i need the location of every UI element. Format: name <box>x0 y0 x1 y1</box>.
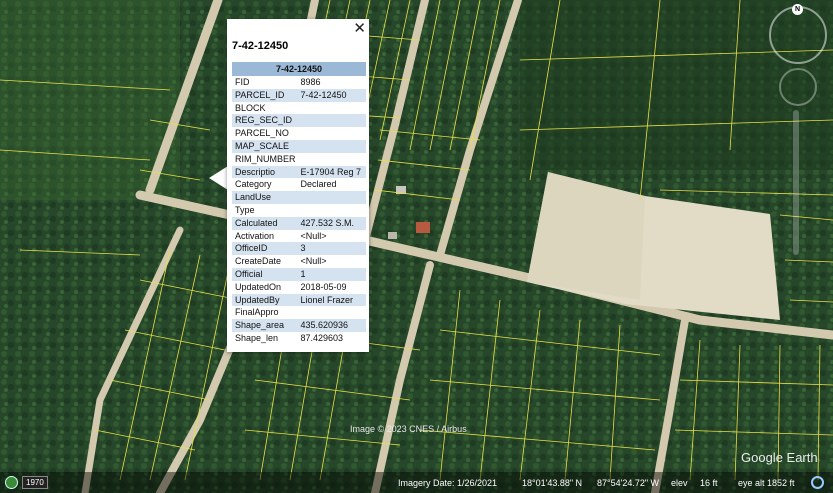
table-row: Calculated 427.532 S.M. <box>232 216 366 230</box>
look-control[interactable] <box>779 68 817 106</box>
table-row: OfficeID 3 <box>232 242 366 256</box>
table-row: UpdatedOn 2018-05-09 <box>232 281 366 294</box>
eye-altitude: eye alt 1852 ft <box>738 478 795 488</box>
year-badge[interactable]: 1970 <box>22 476 48 489</box>
table-row: BLOCK <box>232 102 366 115</box>
attr-key: RIM_NUMBER <box>235 153 296 164</box>
popup-pointer <box>209 166 228 190</box>
table-row: FID 8986 <box>232 76 366 89</box>
attr-value <box>297 114 366 128</box>
close-icon[interactable]: ✕ <box>353 21 366 36</box>
north-indicator[interactable]: N <box>792 4 803 15</box>
building <box>416 222 430 233</box>
attr-key: UpdatedOn <box>235 281 282 292</box>
attr-key: Category <box>235 179 272 190</box>
attr-key: Type <box>235 204 255 215</box>
table-row: FinalAppro <box>232 306 366 319</box>
historical-imagery-icon[interactable] <box>5 476 18 489</box>
table-row: PARCEL_ID 7-42-12450 <box>232 88 366 102</box>
attr-value: 8986 <box>300 77 321 87</box>
attr-value: Declared <box>300 179 337 190</box>
attr-key: FinalAppro <box>235 307 279 318</box>
attr-key: MAP_SCALE <box>232 139 298 153</box>
attr-key: Shape_area <box>232 319 298 332</box>
globe-icon[interactable] <box>811 476 824 489</box>
attr-key: PARCEL_ID <box>232 88 298 102</box>
popup-title: 7-42-12450 <box>232 40 289 52</box>
table-row: Activation <Null> <box>232 230 366 243</box>
attr-value: 1 <box>297 267 366 281</box>
zoom-slider[interactable] <box>793 110 799 255</box>
attr-key: BLOCK <box>235 102 266 113</box>
attr-key: Descriptio <box>232 165 298 179</box>
attr-key: Calculated <box>232 216 298 230</box>
attr-value: E-17904 Reg 7 <box>297 165 366 179</box>
attr-key: Shape_len <box>235 332 279 343</box>
attr-value <box>297 191 366 204</box>
longitude-readout: 87°54'24.72" W <box>597 478 660 488</box>
attr-value: 3 <box>297 242 366 256</box>
attr-key: UpdatedBy <box>232 293 298 307</box>
attr-value <box>298 153 366 166</box>
building <box>388 232 397 239</box>
google-earth-logo: Google Earth <box>741 450 818 465</box>
attr-value <box>298 102 366 115</box>
table-row: RIM_NUMBER <box>232 153 366 166</box>
table-row: REG_SEC_ID <box>232 114 366 128</box>
table-row: Official 1 <box>232 267 366 281</box>
attr-value: 2018-05-09 <box>300 281 347 292</box>
attr-value <box>298 204 366 217</box>
table-row: CreateDate <Null> <box>232 255 366 268</box>
table-header: 7-42-12450 <box>232 62 366 76</box>
attr-value: <Null> <box>300 230 327 241</box>
imagery-attribution: Image © 2023 CNES / Airbus <box>350 424 467 434</box>
attr-value <box>297 139 366 153</box>
attr-key: PARCEL_NO <box>235 128 289 139</box>
attr-value: 87.429603 <box>300 332 344 343</box>
attr-value: Lionel Frazer <box>297 293 366 307</box>
imagery-date: Imagery Date: 1/26/2021 <box>398 478 498 488</box>
table-row: UpdatedBy Lionel Frazer <box>232 293 366 307</box>
elevation-label: elev <box>671 478 688 488</box>
attr-value: 427.532 S.M. <box>297 216 366 230</box>
attr-value <box>298 127 366 140</box>
attr-key: OfficeID <box>232 242 298 256</box>
attr-key: REG_SEC_ID <box>232 114 298 128</box>
parcel-info-popup: ✕ 7-42-12450 7-42-12450 FID 8986 PARCEL_I… <box>227 19 369 352</box>
attr-value <box>298 306 366 319</box>
table-row: MAP_SCALE <box>232 139 366 153</box>
table-row: Category Declared <box>232 178 366 191</box>
attr-value: 7-42-12450 <box>297 88 366 102</box>
elevation-value: 16 ft <box>700 478 718 488</box>
table-row: LandUse <box>232 191 366 204</box>
attribute-table: 7-42-12450 FID 8986 PARCEL_ID 7-42-12450 B… <box>232 62 366 345</box>
table-row: Shape_area 435.620936 <box>232 319 366 332</box>
attr-value: 435.620936 <box>297 319 366 332</box>
table-row: Descriptio E-17904 Reg 7 <box>232 165 366 179</box>
attr-key: CreateDate <box>235 256 282 267</box>
attr-key: Activation <box>235 230 275 241</box>
satellite-map[interactable] <box>0 0 833 493</box>
attr-key: FID <box>235 77 250 87</box>
latitude-readout: 18°01'43.88" N <box>522 478 583 488</box>
table-row: PARCEL_NO <box>232 127 366 140</box>
attr-key: Official <box>232 267 298 281</box>
attr-value: <Null> <box>300 256 327 267</box>
table-row: Type <box>232 204 366 217</box>
attr-key: LandUse <box>232 191 298 204</box>
table-row: Shape_len 87.429603 <box>232 332 366 345</box>
